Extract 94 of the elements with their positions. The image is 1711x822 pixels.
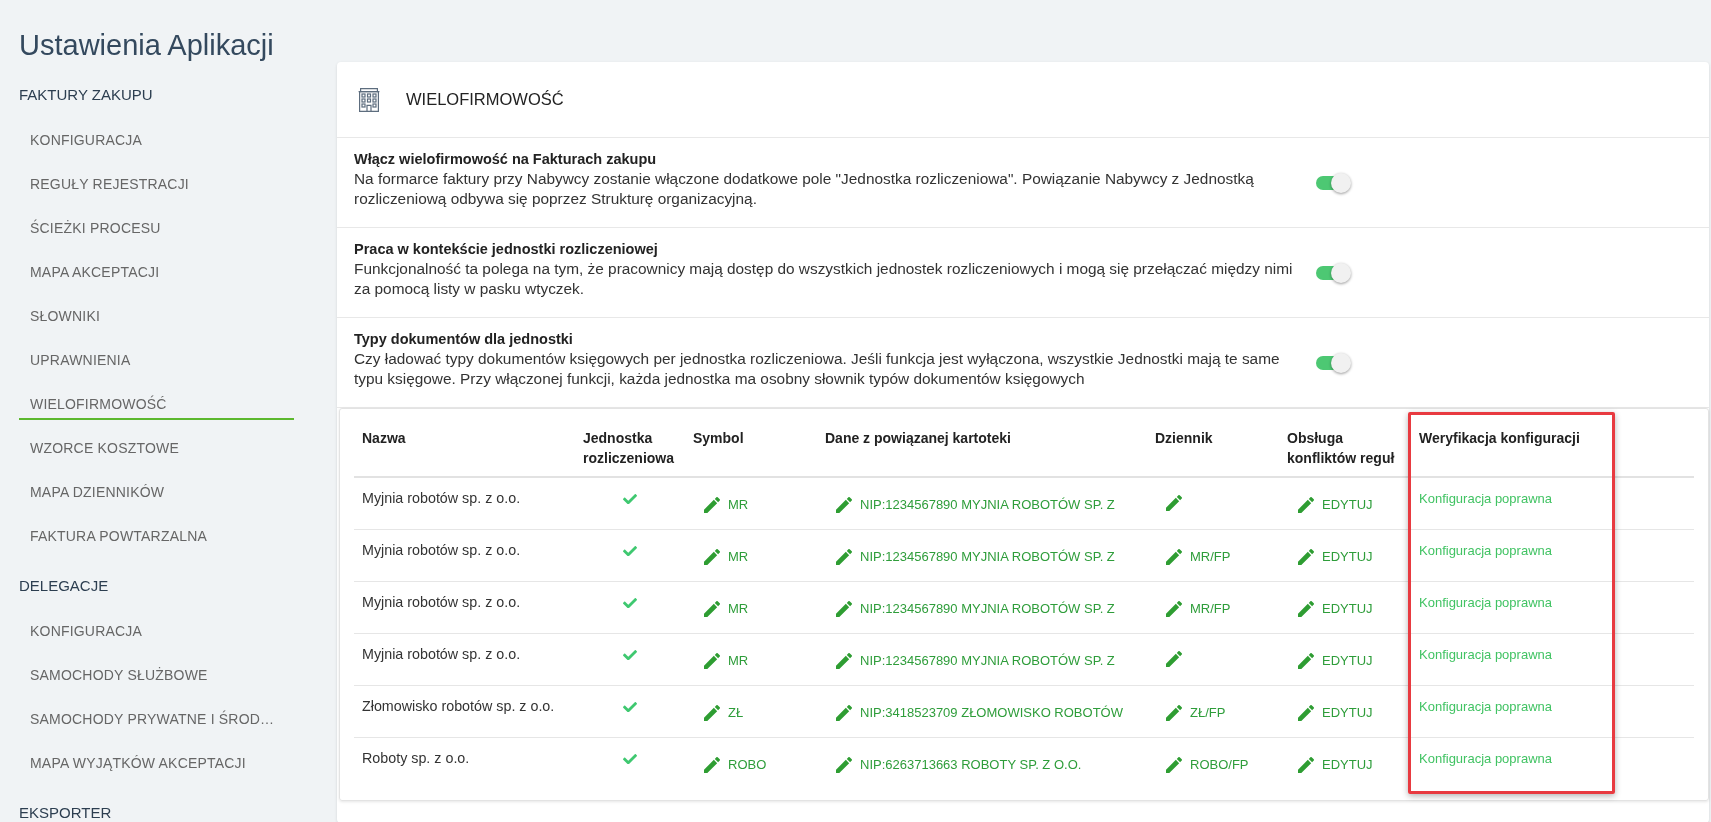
rules-edit-link[interactable]: EDYTUJ (1292, 751, 1379, 779)
sidebar-item[interactable]: MAPA DZIENNIKÓW (19, 478, 294, 508)
pencil-icon (1166, 705, 1182, 721)
sidebar-item[interactable]: ŚCIEŻKI PROCESU (19, 214, 294, 244)
rules-edit-link[interactable]: EDYTUJ (1292, 491, 1379, 519)
pencil-icon (1166, 549, 1182, 565)
company-name: Myjnia robotów sp. z o.o. (362, 594, 521, 610)
symbol-edit-link[interactable]: MR (698, 543, 755, 571)
symbol-edit-link[interactable]: MR (698, 647, 755, 675)
journal-edit-link[interactable]: MR/FP (1160, 595, 1237, 623)
company-name: Myjnia robotów sp. z o.o. (362, 542, 521, 558)
pencil-icon (1298, 601, 1314, 617)
pencil-icon (836, 497, 852, 513)
status-text: Konfiguracja poprawna (1419, 647, 1552, 662)
sidebar-item[interactable]: SAMOCHODY SŁUŻBOWE (19, 661, 294, 691)
setting-title: Praca w kontekście jednostki rozliczeniowej (354, 240, 659, 259)
sidebar-item[interactable]: WZORCE KOSZTOWE (19, 434, 294, 464)
sidebar-item[interactable]: REGUŁY REJESTRACJI (19, 170, 294, 200)
status-text: Konfiguracja poprawna (1419, 699, 1552, 714)
page-title: Ustawienia Aplikacji (19, 28, 275, 63)
journal-edit-link[interactable]: ROBO/FP (1160, 751, 1255, 779)
company-name: Roboty sp. z o.o. (362, 750, 470, 766)
column-header: Obsługa konfliktów reguł (1287, 430, 1395, 466)
pencil-icon (1298, 653, 1314, 669)
card-edit-link[interactable]: NIP:6263713663 ROBOTY SP. Z O.O. (830, 751, 1088, 779)
pencil-icon (1298, 757, 1314, 773)
toggle-switch[interactable] (1314, 261, 1352, 284)
status-text: Konfiguracja poprawna (1419, 595, 1552, 610)
rules-edit-link[interactable]: EDYTUJ (1292, 699, 1379, 727)
pencil-icon (1166, 495, 1182, 511)
pencil-icon (836, 601, 852, 617)
pencil-icon (1166, 601, 1182, 617)
rules-edit-link[interactable]: EDYTUJ (1292, 543, 1379, 571)
pencil-icon (704, 757, 720, 773)
rules-edit-link[interactable]: EDYTUJ (1292, 595, 1379, 623)
journal-edit-link[interactable]: MR/FP (1160, 543, 1237, 571)
company-name: Myjnia robotów sp. z o.o. (362, 490, 521, 506)
pencil-icon (704, 497, 720, 513)
sidebar-item[interactable]: WIELOFIRMOWOŚĆ (19, 390, 294, 420)
status-text: Konfiguracja poprawna (1419, 543, 1552, 558)
sidebar-item[interactable]: KONFIGURACJA (19, 617, 294, 647)
toggle-switch[interactable] (1314, 351, 1352, 374)
pencil-icon (1298, 705, 1314, 721)
company-name: Myjnia robotów sp. z o.o. (362, 646, 521, 662)
pencil-icon (836, 705, 852, 721)
pencil-icon (836, 757, 852, 773)
column-header: Dziennik (1155, 430, 1213, 446)
sidebar-item[interactable]: SŁOWNIKI (19, 302, 294, 332)
symbol-edit-link[interactable]: MR (698, 491, 755, 519)
pencil-icon (1166, 757, 1182, 773)
card-edit-link[interactable]: NIP:1234567890 MYJNIA ROBOTÓW SP. Z (830, 543, 1121, 571)
toggle-switch[interactable] (1314, 171, 1352, 194)
pencil-icon (704, 601, 720, 617)
sidebar-section-heading: EKSPORTER (19, 803, 113, 822)
pencil-icon (836, 549, 852, 565)
sidebar-item[interactable]: MAPA WYJĄTKÓW AKCEPTACJI (19, 749, 294, 779)
company-name: Złomowisko robotów sp. z o.o. (362, 698, 555, 714)
pencil-icon (1166, 651, 1182, 667)
building-icon (358, 87, 380, 112)
setting-title: Włącz wielofirmowość na Fakturach zakupu (354, 150, 658, 169)
pencil-icon (704, 549, 720, 565)
sidebar-item[interactable]: KONFIGURACJA (19, 126, 294, 156)
pencil-icon (836, 653, 852, 669)
column-header: Nazwa (362, 430, 406, 446)
pencil-icon (704, 653, 720, 669)
symbol-edit-link[interactable]: MR (698, 595, 755, 623)
card-edit-link[interactable]: NIP:1234567890 MYJNIA ROBOTÓW SP. Z (830, 491, 1121, 519)
card-title: WIELOFIRMOWOŚĆ (406, 90, 564, 109)
sidebar-item[interactable]: UPRAWNIENIA (19, 346, 294, 376)
status-text: Konfiguracja poprawna (1419, 751, 1552, 766)
card-edit-link[interactable]: NIP:3418523709 ZŁOMOWISKO ROBOTÓW (830, 699, 1129, 727)
setting-description: Czy ładować typy dokumentów księgowych per jednostka rozliczeniowa. Jeśli funkcja jest wyłączona, wszystkie Jednostki mają te same typu księgowe. Przy włączonej funkcji, każda jednostka ma osobny słownik typów dokumentów księgowych (354, 349, 1281, 388)
card-edit-link[interactable]: NIP:1234567890 MYJNIA ROBOTÓW SP. Z (830, 647, 1121, 675)
setting-description: Na formarce faktury przy Nabywcy zostanie włączone dodatkowe pole "Jednostka rozliczeniowa". Powiązanie Nabywcy z Jednostką rozliczeniową odbywa się poprzez Strukturę organizacyjną. (354, 169, 1255, 208)
setting-description: Funkcjonalność ta polega na tym, że pracownicy mają dostęp do wszystkich jednostek rozliczeniowych i mogą się przełączać między nimi za pomocą listy w pasku wtyczek. (354, 259, 1294, 298)
symbol-edit-link[interactable]: ROBO (698, 751, 773, 779)
pencil-icon (704, 705, 720, 721)
card-edit-link[interactable]: NIP:1234567890 MYJNIA ROBOTÓW SP. Z (830, 595, 1121, 623)
symbol-edit-link[interactable]: ZŁ (698, 699, 750, 727)
column-header: Jednostka rozliczeniowa (583, 430, 675, 466)
status-text: Konfiguracja poprawna (1419, 491, 1552, 506)
setting-title: Typy dokumentów dla jednostki (354, 330, 574, 349)
sidebar-section-heading: FAKTURY ZAKUPU (19, 85, 154, 105)
rules-edit-link[interactable]: EDYTUJ (1292, 647, 1379, 675)
sidebar-item[interactable]: SAMOCHODY PRYWATNE I ŚROD… (19, 705, 294, 735)
journal-edit-link[interactable]: ZŁ/FP (1160, 699, 1232, 727)
column-header: Dane z powiązanej kartoteki (825, 430, 1011, 446)
sidebar-item[interactable]: FAKTURA POWTARZALNA (19, 522, 294, 552)
column-header: Weryfikacja konfiguracji (1419, 430, 1580, 446)
sidebar-section-heading: DELEGACJE (19, 576, 110, 596)
sidebar-item[interactable]: MAPA AKCEPTACJI (19, 258, 294, 288)
column-header: Symbol (693, 430, 744, 446)
pencil-icon (1298, 549, 1314, 565)
pencil-icon (1298, 497, 1314, 513)
